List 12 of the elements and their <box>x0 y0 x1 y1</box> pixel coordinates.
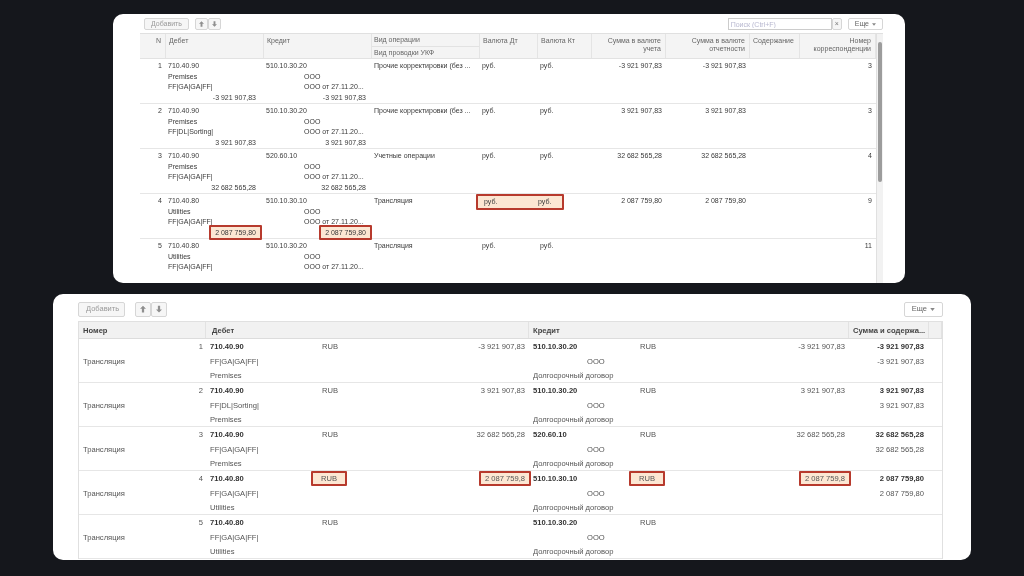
move-down-button[interactable] <box>151 301 167 317</box>
arrow-down-icon <box>211 21 217 27</box>
move-down-button[interactable] <box>207 18 221 30</box>
arrow-down-icon <box>156 305 162 313</box>
scrollbar[interactable] <box>876 34 883 283</box>
scrollbar-thumb[interactable] <box>878 42 882 182</box>
move-up-button[interactable] <box>135 301 151 317</box>
move-up-button[interactable] <box>194 18 208 30</box>
arrow-up-icon <box>140 305 146 313</box>
arrow-up-icon <box>198 21 204 27</box>
caret-icon <box>930 307 935 311</box>
caret-icon <box>872 22 876 26</box>
